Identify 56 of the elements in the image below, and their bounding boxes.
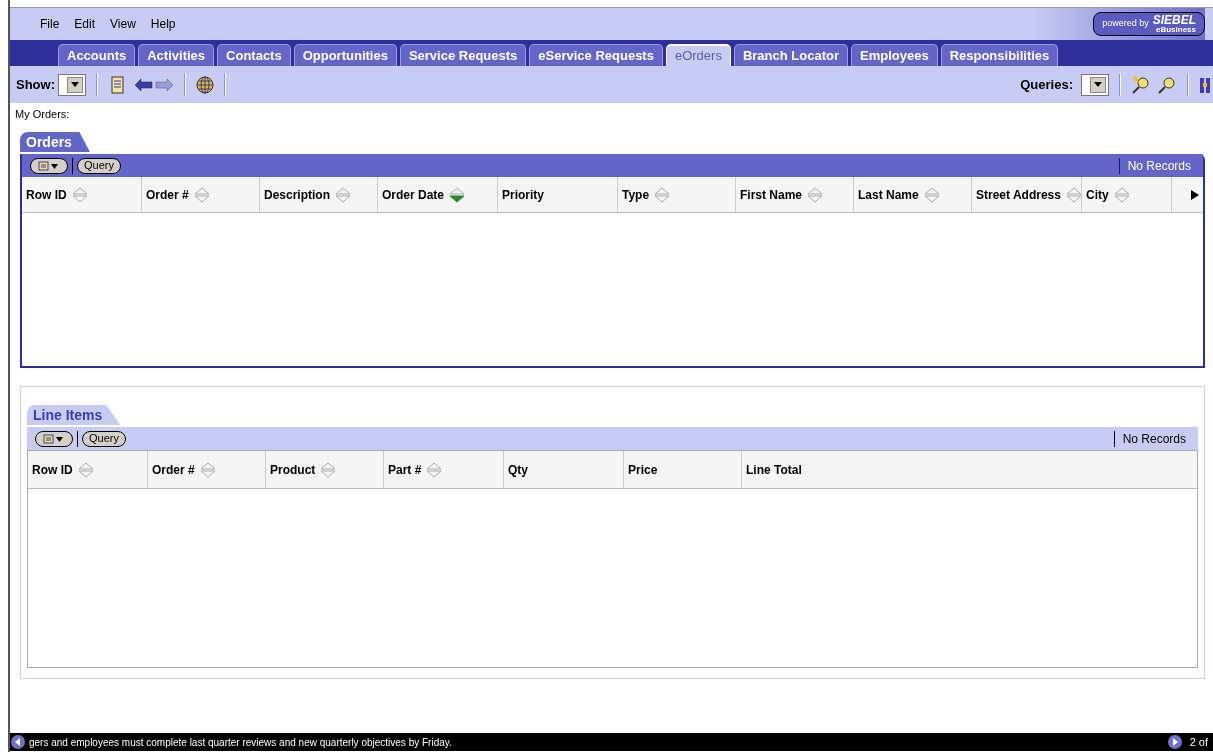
dropdown[interactable] xyxy=(58,73,86,96)
menu-item[interactable]: File xyxy=(40,15,60,33)
show-label: Show: xyxy=(16,75,55,94)
column-header[interactable]: Order # xyxy=(148,451,266,488)
column-header[interactable]: Price xyxy=(624,451,742,488)
nav-tab[interactable]: Service Requests xyxy=(399,44,527,66)
column-header[interactable]: Type xyxy=(618,177,736,212)
list-menu-icon xyxy=(38,160,60,171)
status-message: gers and employees must complete last quarter reviews and new quarterly objectives by Friday. xyxy=(29,735,452,750)
record-count: No Records xyxy=(1126,157,1192,175)
back-arrow-icon[interactable] xyxy=(134,77,154,92)
column-header[interactable]: First Name xyxy=(736,177,854,212)
more-columns-icon[interactable] xyxy=(1191,189,1199,200)
query-button[interactable]: Query xyxy=(82,430,126,447)
queries-label: Queries: xyxy=(1020,75,1073,94)
nav-tab[interactable]: Accounts xyxy=(58,44,136,66)
applet-tab[interactable]: Line Items xyxy=(27,405,121,425)
column-header[interactable]: Product xyxy=(266,451,384,488)
menu-button[interactable] xyxy=(30,157,68,174)
new-query-icon[interactable] xyxy=(1131,74,1151,95)
dropdown[interactable] xyxy=(1081,73,1109,96)
column-header[interactable]: City xyxy=(1082,177,1172,212)
column-header[interactable]: Qty xyxy=(504,451,624,488)
applet-tab[interactable]: Orders xyxy=(20,132,90,152)
column-header[interactable]: Order # xyxy=(142,177,260,212)
scroll-left-icon[interactable] xyxy=(11,735,25,749)
list-menu-icon xyxy=(43,433,65,444)
column-header[interactable]: Row ID xyxy=(28,451,148,488)
nav-tab[interactable]: Employees xyxy=(850,44,938,66)
column-header[interactable]: Priority xyxy=(498,177,618,212)
record-count: No Records xyxy=(1121,430,1187,448)
menu-item[interactable]: Edit xyxy=(74,15,96,33)
column-header[interactable]: Part # xyxy=(384,451,504,488)
sort-descending-icon[interactable] xyxy=(448,185,467,204)
globe-icon[interactable] xyxy=(196,75,214,94)
status-position: 2 of xyxy=(1188,734,1209,750)
scroll-right-icon[interactable] xyxy=(1167,735,1182,749)
menu-button[interactable] xyxy=(35,430,73,447)
nav-tab[interactable]: Branch Locator xyxy=(733,44,848,66)
nav-tab[interactable]: eService Requests xyxy=(529,44,663,66)
menu-item[interactable]: Help xyxy=(150,15,176,33)
column-header[interactable]: Line Total xyxy=(742,451,1213,488)
page-title: My Orders: xyxy=(14,107,71,122)
nav-tab[interactable]: Opportunities xyxy=(293,44,397,66)
column-header[interactable]: Street Address xyxy=(972,177,1082,212)
nav-tab[interactable]: Responsibilities xyxy=(940,44,1059,66)
column-header[interactable]: Row ID xyxy=(22,177,142,212)
column-header[interactable]: Description xyxy=(260,177,378,212)
column-header[interactable]: Last Name xyxy=(854,177,972,212)
nav-tab[interactable]: Activities xyxy=(138,44,215,66)
menu-item[interactable]: View xyxy=(110,15,136,33)
nav-tab[interactable]: Contacts xyxy=(217,44,291,66)
column-header[interactable]: Order Date xyxy=(378,177,498,212)
nav-tab[interactable]: eOrders xyxy=(665,44,731,66)
search-icon[interactable] xyxy=(1157,74,1177,95)
query-button[interactable]: Query xyxy=(77,157,121,174)
